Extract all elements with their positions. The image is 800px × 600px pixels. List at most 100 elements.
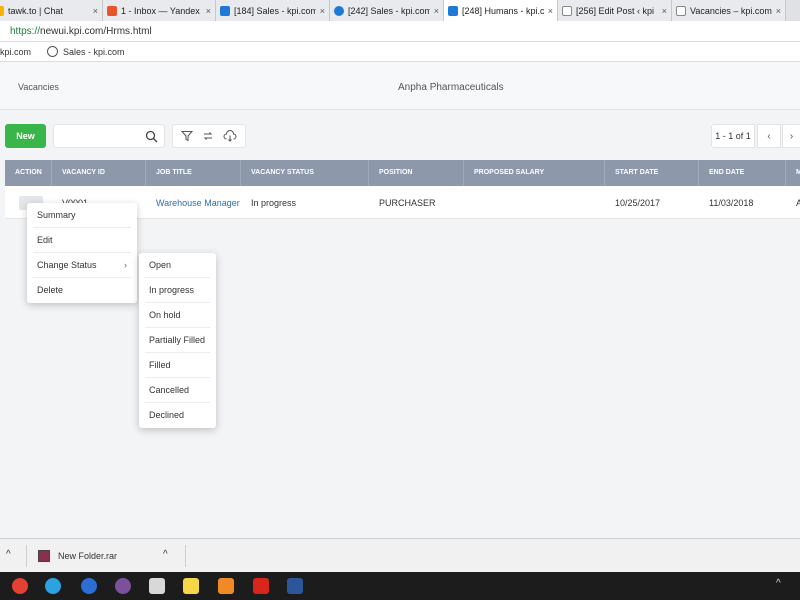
company-name: Anpha Pharmaceuticals xyxy=(398,82,504,93)
refresh-icon[interactable] xyxy=(202,130,214,142)
column-header-vacancy-id[interactable]: VACANCY ID xyxy=(52,160,146,186)
close-icon[interactable]: × xyxy=(434,6,439,16)
status-submenu: Open In progress On hold Partially Fille… xyxy=(139,253,216,428)
cell-more: A xyxy=(796,198,800,208)
url-path: newui.kpi.com/Hrms.html xyxy=(40,25,152,37)
acrobat-icon[interactable] xyxy=(253,578,269,594)
downloads-bar: ^ New Folder.rar ^ xyxy=(0,538,800,572)
bookmark-label: Sales - kpi.com xyxy=(63,46,125,57)
status-option-filled[interactable]: Filled xyxy=(145,353,210,378)
chrome-icon[interactable] xyxy=(12,578,28,594)
filter-icon[interactable] xyxy=(180,130,193,142)
tab-title: tawk.to | Chat xyxy=(8,5,63,16)
chevron-up-icon[interactable]: ^ xyxy=(6,549,11,560)
column-header-vacancy-status[interactable]: VACANCY STATUS xyxy=(241,160,369,186)
status-option-declined[interactable]: Declined xyxy=(145,403,210,428)
address-bar[interactable]: https://newui.kpi.com/Hrms.html xyxy=(0,21,800,42)
toolbar-actions xyxy=(172,124,246,148)
paint-icon[interactable] xyxy=(149,578,165,594)
viber-icon[interactable] xyxy=(115,578,131,594)
row-action-menu: Summary Edit Change Status › Delete xyxy=(27,203,137,303)
cell-proposed-salary xyxy=(464,186,605,219)
status-option-on-hold[interactable]: On hold xyxy=(145,303,210,328)
menu-item-label: Summary xyxy=(37,210,76,220)
status-option-open[interactable]: Open xyxy=(145,253,210,278)
column-header-action[interactable]: ACTION xyxy=(5,160,52,186)
archive-file-icon xyxy=(38,550,50,562)
imo-icon[interactable] xyxy=(81,578,97,594)
prev-page-button[interactable]: ‹ xyxy=(757,124,781,148)
tray-chevron-up-icon[interactable]: ^ xyxy=(776,578,781,589)
download-file-name[interactable]: New Folder.rar xyxy=(58,551,117,561)
page-icon xyxy=(676,5,686,16)
bookmarks-bar: kpi.com Sales - kpi.com xyxy=(0,42,800,62)
tab-title: [242] Sales - kpi.com xyxy=(348,5,430,16)
close-icon[interactable]: × xyxy=(206,6,211,16)
menu-item-label: Edit xyxy=(37,235,53,245)
chevron-up-icon[interactable]: ^ xyxy=(163,549,168,560)
tawk-icon xyxy=(0,5,4,16)
column-header-start-date[interactable]: START DATE xyxy=(605,160,699,186)
breadcrumb[interactable]: Vacancies xyxy=(18,82,59,92)
url-scheme: https:// xyxy=(10,25,41,37)
tab-vacancies[interactable]: Vacancies – kpi.com × xyxy=(672,0,786,21)
table-header: ACTION VACANCY ID JOB TITLE VACANCY STAT… xyxy=(5,160,800,186)
divider xyxy=(185,545,186,567)
new-button[interactable]: New xyxy=(5,124,46,148)
kpi-circle-icon xyxy=(334,5,344,16)
next-page-button[interactable]: › xyxy=(782,124,800,148)
page-header: Vacancies Anpha Pharmaceuticals xyxy=(0,62,800,110)
mail-icon xyxy=(107,5,117,16)
telegram-icon[interactable] xyxy=(45,578,61,594)
tab-title: Vacancies – kpi.com xyxy=(690,5,772,16)
browser-tab-strip: tawk.to | Chat × 1 - Inbox — Yandex × [1… xyxy=(0,0,800,21)
close-icon[interactable]: × xyxy=(662,6,667,16)
tab-edit-post[interactable]: [256] Edit Post ‹ kpi × xyxy=(558,0,672,21)
menu-item-label: Change Status xyxy=(37,260,97,270)
cell-job-title[interactable]: Warehouse Manager xyxy=(146,186,241,219)
status-option-in-progress[interactable]: In progress xyxy=(145,278,210,303)
menu-item-delete[interactable]: Delete xyxy=(33,278,131,303)
close-icon[interactable]: × xyxy=(93,6,98,16)
word-icon[interactable] xyxy=(287,578,303,594)
column-header-proposed-salary[interactable]: PROPOSED SALARY xyxy=(464,160,605,186)
kpi-icon xyxy=(220,5,230,16)
divider xyxy=(26,545,27,567)
search-input[interactable] xyxy=(53,124,165,148)
tab-title: [184] Sales - kpi.com xyxy=(234,5,316,16)
menu-item-edit[interactable]: Edit xyxy=(33,228,131,253)
kpi-circle-icon xyxy=(47,46,59,57)
tab-title: 1 - Inbox — Yandex xyxy=(121,5,200,16)
menu-item-change-status[interactable]: Change Status › xyxy=(33,253,131,278)
cloud-download-icon[interactable] xyxy=(223,130,237,142)
bookmark-label: kpi.com xyxy=(0,46,32,57)
pagination-label: 1 - 1 of 1 xyxy=(711,124,755,148)
status-option-cancelled[interactable]: Cancelled xyxy=(145,378,210,403)
tab-sales-184[interactable]: [184] Sales - kpi.com × xyxy=(216,0,330,21)
tab-humans-248[interactable]: [248] Humans - kpi.com × xyxy=(444,0,558,21)
tab-tawk[interactable]: tawk.to | Chat × xyxy=(0,0,103,21)
column-header-job-title[interactable]: JOB TITLE xyxy=(146,160,241,186)
close-icon[interactable]: × xyxy=(548,6,553,16)
sticky-notes-icon[interactable] xyxy=(183,578,199,594)
column-header-position[interactable]: POSITION xyxy=(369,160,464,186)
tab-sales-242[interactable]: [242] Sales - kpi.com × xyxy=(330,0,444,21)
cell-end-date: 11/03/2018 xyxy=(709,198,754,208)
kpi-icon xyxy=(448,5,458,16)
close-icon[interactable]: × xyxy=(776,6,781,16)
sublime-icon[interactable] xyxy=(218,578,234,594)
cell-start-date: 10/25/2017 xyxy=(615,198,661,208)
search-icon[interactable] xyxy=(145,130,158,143)
column-header-more[interactable]: M xyxy=(786,160,800,186)
column-header-end-date[interactable]: END DATE xyxy=(699,160,786,186)
page-icon xyxy=(562,5,572,16)
tab-yandex-inbox[interactable]: 1 - Inbox — Yandex × xyxy=(103,0,216,21)
bookmark-kpi[interactable]: kpi.com xyxy=(0,47,31,57)
cell-position: PURCHASER xyxy=(379,198,436,208)
os-taskbar: ^ xyxy=(0,572,800,600)
menu-item-summary[interactable]: Summary xyxy=(33,203,131,228)
close-icon[interactable]: × xyxy=(320,6,325,16)
status-option-partially-filled[interactable]: Partially Filled xyxy=(145,328,210,353)
chevron-right-icon: › xyxy=(124,260,127,270)
bookmark-sales[interactable]: Sales - kpi.com xyxy=(41,46,125,57)
